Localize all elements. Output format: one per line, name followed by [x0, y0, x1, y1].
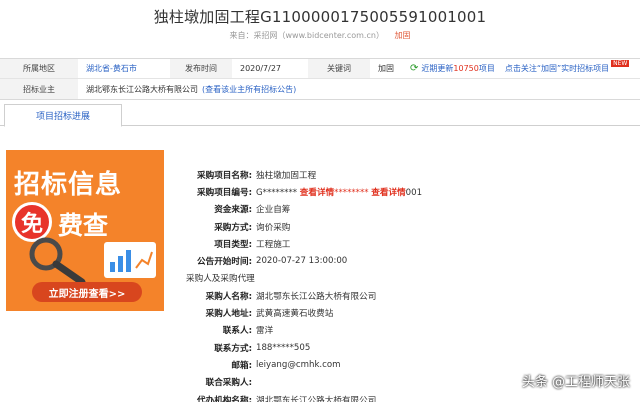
keyword-label: 关键词	[308, 59, 370, 78]
detail-row: 联系人: 雷洋	[186, 322, 636, 339]
buyer-value: 湖北鄂东长江公路大桥有限公司	[256, 291, 377, 302]
detail-row: 资金来源: 企业自筹	[186, 201, 636, 218]
watermark: 头条 @工程师天张	[521, 375, 630, 390]
email-value: leiyang@cmhk.com	[256, 359, 341, 370]
view-detail-link-2[interactable]: 查看详情	[371, 188, 405, 198]
owner-label: 招标业主	[0, 79, 78, 99]
info-row-2: 招标业主 湖北鄂东长江公路大桥有限公司 (查看该业主所有招标公告)	[0, 79, 640, 99]
chart-screen-icon	[104, 242, 156, 278]
refresh-icon: ⟳	[410, 63, 419, 74]
contact-value: 雷洋	[256, 326, 274, 337]
code-part-3: 001	[405, 187, 423, 198]
code-part-1: G********	[256, 187, 298, 198]
region-label: 所属地区	[0, 59, 78, 78]
type-label: 项目类型:	[214, 239, 252, 250]
publish-value: 2020/7/27	[240, 64, 282, 73]
new-badge: NEW	[611, 60, 630, 67]
detail-row: 采购人名称: 湖北鄂东长江公路大桥有限公司	[186, 287, 636, 304]
method-label: 采购方式:	[214, 222, 252, 233]
detail-row: 代办机构名称: 湖北鄂东长江公路大桥有限公司	[186, 391, 636, 402]
detail-row: 采购方式: 询价采购	[186, 218, 636, 235]
magnifier-icon	[29, 237, 86, 286]
address-value: 武黄高速黄石收费站	[256, 309, 334, 320]
name-label: 采购项目名称:	[197, 170, 252, 181]
publish-label: 发布时间	[170, 59, 232, 78]
name-value: 独柱墩加固工程	[256, 170, 317, 181]
info-table: 所属地区 湖北省-黄石市 发布时间 2020/7/27 关键词 加固 ⟳ 近期更…	[0, 58, 640, 100]
recent-updates: ⟳ 近期更新 10750 项目 点击关注“加固”实时招标项目 NEW	[408, 59, 640, 78]
section-title: 采购人及采购代理	[186, 274, 255, 285]
favorite-link[interactable]: 加固	[395, 31, 411, 40]
contact-label: 联系人:	[222, 326, 252, 337]
subscribe-link[interactable]: 点击关注“加固”实时招标项目	[505, 63, 609, 74]
page-title: 独柱墩加固工程G1100000175005591001001	[153, 8, 487, 26]
joint-buyer-label: 联合采购人:	[205, 378, 252, 389]
info-row-1: 所属地区 湖北省-黄石市 发布时间 2020/7/27 关键词 加固 ⟳ 近期更…	[0, 59, 640, 79]
view-detail-link-1[interactable]: 查看详情	[300, 188, 334, 198]
region-link[interactable]: 湖北省-黄石市	[78, 59, 170, 78]
recent-suffix[interactable]: 项目	[479, 63, 495, 74]
source-line: 来自：采招网（www.bidcenter.com.cn） 加固	[0, 30, 640, 41]
start-label: 公告开始时间:	[197, 257, 252, 268]
phone-value[interactable]: 188*****505	[256, 343, 310, 353]
type-value: 工程施工	[256, 239, 291, 250]
owner-cell: 湖北鄂东长江公路大桥有限公司 (查看该业主所有招标公告)	[78, 79, 640, 99]
detail-row: 采购项目名称: 独柱墩加固工程	[186, 166, 636, 183]
address-label: 采购人地址:	[205, 309, 252, 320]
code-label: 采购项目编号:	[197, 187, 252, 198]
fund-value: 企业自筹	[256, 205, 291, 216]
detail-row: 公告开始时间: 2020-07-27 13:00:00	[186, 252, 636, 269]
banner-title: 招标信息	[14, 170, 123, 200]
phone-label: 联系方式:	[214, 343, 252, 354]
detail-row: 采购项目编号: G******** 查看详情******** 查看详情001	[186, 183, 636, 200]
start-value: 2020-07-27 13:00:00	[256, 256, 348, 267]
register-button[interactable]: 立即注册查看>>	[32, 282, 142, 302]
email-label: 邮箱:	[231, 360, 252, 371]
owner-value: 湖北鄂东长江公路大桥有限公司	[86, 84, 198, 94]
code-value: G******** 查看详情******** 查看详情001	[256, 186, 422, 198]
project-details: 采购项目名称: 独柱墩加固工程 采购项目编号: G******** 查看详情**…	[186, 166, 636, 402]
register-banner[interactable]: 招标信息 免 费查 立即注册查看>>	[6, 150, 164, 311]
detail-row: 联系方式: 188*****505	[186, 339, 636, 356]
recent-count[interactable]: 10750	[453, 64, 478, 73]
recent-prefix[interactable]: 近期更新	[421, 63, 453, 74]
owner-all-link[interactable]: (查看该业主所有招标公告)	[202, 84, 296, 95]
detail-row: 采购人地址: 武黄高速黄石收费站	[186, 304, 636, 321]
keyword-value: 加固	[378, 64, 394, 73]
source-text: 来自：采招网（www.bidcenter.com.cn）	[229, 31, 384, 40]
agent-value: 湖北鄂东长江公路大桥有限公司	[256, 395, 377, 402]
tab-bar: 项目招标进展	[0, 104, 640, 127]
buyer-label: 采购人名称:	[205, 291, 252, 302]
code-part-2: ********	[334, 187, 369, 198]
agent-label: 代办机构名称:	[197, 395, 252, 402]
fund-label: 资金来源:	[214, 205, 252, 216]
tab-project-progress[interactable]: 项目招标进展	[4, 104, 122, 127]
detail-row: 项目类型: 工程施工	[186, 235, 636, 252]
method-value: 询价采购	[256, 222, 291, 233]
